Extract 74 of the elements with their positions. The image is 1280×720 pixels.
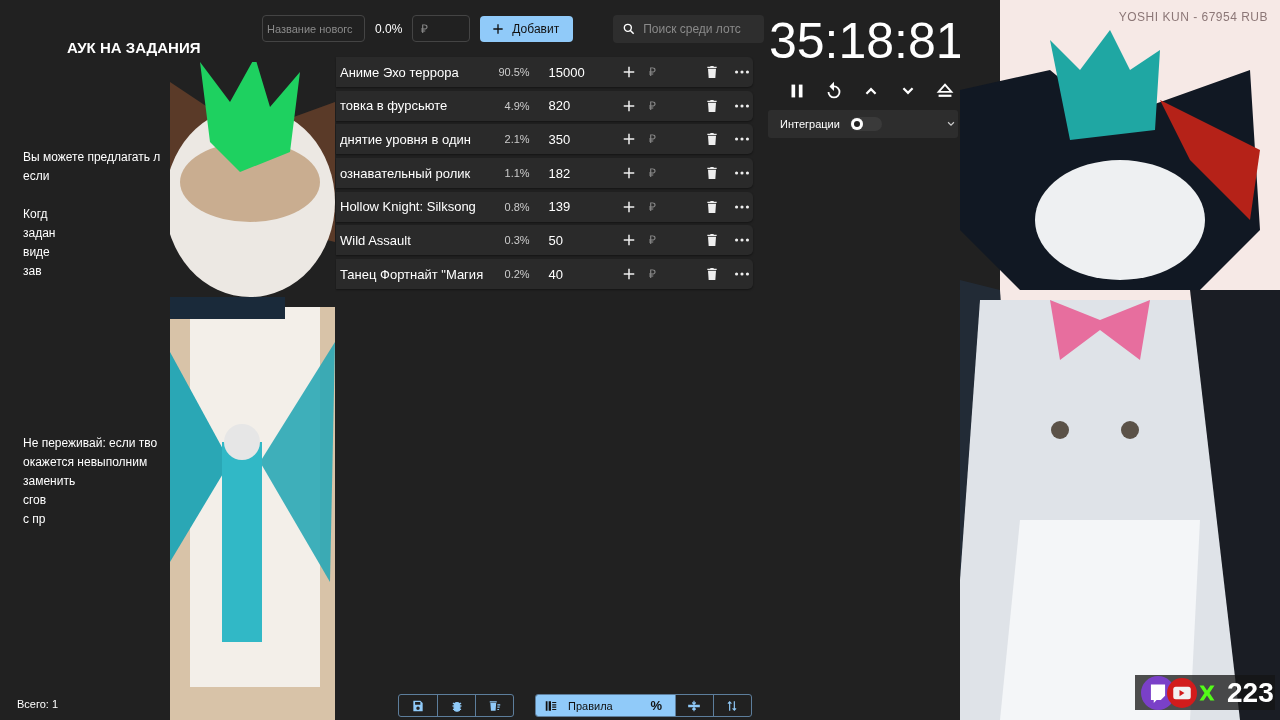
rules-button[interactable]: Правила	[536, 695, 637, 716]
lot-amount: 139	[548, 199, 572, 215]
rules-text: Вы можете предлагать л	[23, 149, 162, 166]
bid-field[interactable]: ₽	[643, 162, 684, 185]
lot-row[interactable]: Танец Фортнайт "Магия 0.2% 40 ₽	[336, 259, 753, 290]
bid-field[interactable]: ₽	[643, 263, 684, 286]
percent-button[interactable]: %	[636, 695, 675, 716]
bid-field[interactable]: ₽	[643, 61, 684, 83]
lot-percent: 2.1%	[503, 133, 530, 146]
rules-text: виде	[23, 244, 51, 261]
lot-amount: 182	[548, 165, 572, 181]
more-icon	[735, 137, 750, 142]
bid-field[interactable]: ₽	[643, 195, 684, 218]
percent-label: 0.0%	[375, 21, 403, 36]
clear-list-icon	[487, 698, 502, 713]
lot-row[interactable]: товка в фурсьюте 4.9% 820 ₽	[336, 90, 753, 121]
amount-field[interactable]: ₽	[412, 15, 471, 42]
lot-row[interactable]: днятие уровня в один 2.1% 350 ₽	[336, 124, 753, 155]
lot-amount: 820	[548, 98, 572, 114]
rules-text: задан	[23, 225, 57, 242]
search-field[interactable]: Поиск среди лотс	[613, 14, 765, 43]
rules-text: Не переживай: если тво	[23, 435, 159, 452]
toggle-switch[interactable]	[849, 117, 882, 131]
integrations-label: Интеграции	[780, 118, 840, 130]
lot-name: Аниме Эхо террора	[340, 64, 460, 80]
lot-percent: 1.1%	[503, 167, 530, 180]
more-icon	[735, 70, 750, 74]
viewer-count: 223	[1227, 676, 1274, 709]
lot-row[interactable]: Hollow Knight: Silksong 0.8% 139 ₽	[336, 191, 753, 222]
lot-name: Танец Фортнайт "Магия	[340, 266, 485, 282]
more-icon	[735, 171, 750, 176]
more-icon	[735, 204, 750, 209]
lot-name: Wild Assault	[340, 232, 412, 248]
rules-text: с пр	[23, 511, 47, 528]
lot-amount: 15000	[548, 64, 586, 80]
rules-text: окажется невыполним	[23, 454, 149, 471]
lot-name: днятие уровня в один	[340, 131, 472, 147]
lot-name: Hollow Knight: Silksong	[340, 199, 477, 215]
name-field[interactable]: Название новогс	[262, 15, 365, 42]
lot-row[interactable]: Wild Assault 0.3% 50 ₽	[336, 225, 753, 256]
panel-title: АУК НА ЗАДАНИЯ	[67, 39, 202, 56]
timer-display: 35:18:81	[769, 14, 965, 68]
bid-field[interactable]: ₽	[643, 94, 684, 117]
lot-name: ознавательный ролик	[340, 165, 472, 181]
rules-text: сгов	[23, 492, 48, 509]
bid-field[interactable]: ₽	[643, 229, 684, 252]
total-label: Всего: 1	[17, 698, 59, 710]
lot-percent: 0.3%	[503, 234, 530, 247]
compress-icon	[687, 698, 702, 713]
lot-row[interactable]: ознавательный ролик 1.1% 182 ₽	[336, 158, 753, 189]
more-icon	[735, 238, 750, 243]
rules-text: заменить	[23, 473, 77, 490]
lot-percent: 4.9%	[503, 99, 530, 112]
integrations-bar[interactable]: Интеграции	[768, 110, 958, 138]
search-icon	[622, 21, 637, 36]
lot-row[interactable]: Аниме Эхо террора 90.5% 15000 ₽	[336, 57, 753, 87]
donation-goal-text: YOSHI KUN - 67954 RUB	[1118, 10, 1268, 24]
more-icon	[735, 272, 750, 277]
rules-text: зав	[23, 263, 43, 280]
rules-text: если	[23, 168, 51, 185]
rules-icon	[544, 698, 558, 713]
lot-percent: 90.5%	[497, 66, 530, 78]
more-icon	[735, 103, 750, 108]
add-button[interactable]: Добавит	[480, 15, 574, 42]
lot-amount: 50	[548, 232, 565, 248]
rules-text: Когд	[23, 206, 49, 223]
lot-amount: 350	[548, 131, 572, 147]
lot-percent: 0.2%	[503, 268, 530, 281]
lot-name: товка в фурсьюте	[340, 98, 449, 114]
bid-field[interactable]: ₽	[643, 128, 684, 151]
lot-percent: 0.8%	[503, 200, 530, 213]
save-icon	[411, 698, 425, 713]
play-icon	[1167, 677, 1197, 708]
lot-amount: 40	[548, 266, 565, 282]
